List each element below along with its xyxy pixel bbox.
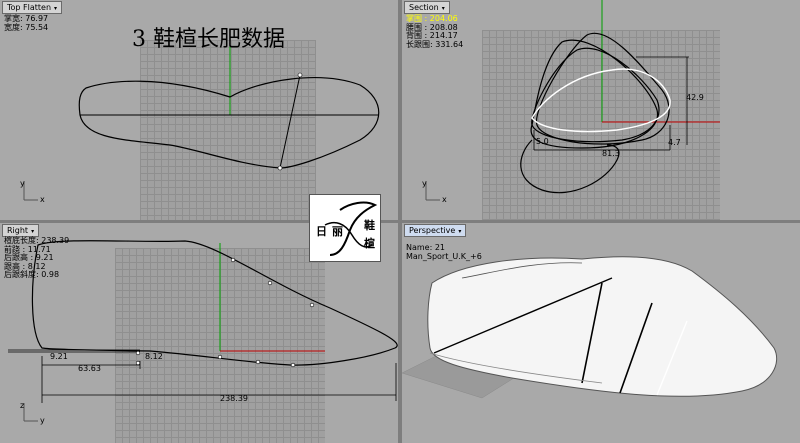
svg-text:x: x <box>442 195 447 204</box>
chevron-down-icon[interactable]: ▾ <box>54 5 57 12</box>
perspective-info: Name: 21 Man_Sport_U.K_+6 <box>406 243 482 261</box>
viewport-top-flatten[interactable]: y x Top Flatten ▾ 掌宽: 76.97 宽度: 75.54 3 鞋楦… <box>0 0 398 220</box>
logo-char: 楦 <box>364 237 375 250</box>
top-info: 掌宽: 76.97 宽度: 75.54 <box>4 14 49 32</box>
logo-char: 丽 <box>332 225 343 238</box>
tab-section[interactable]: Section ▾ <box>404 1 450 14</box>
dimension-label: 8.12 <box>145 352 163 361</box>
dimension-label: 81.3 <box>602 149 620 158</box>
logo-char: 鞋 <box>364 219 375 232</box>
dimension-label: 4.7 <box>668 138 681 147</box>
right-info: 楦底长度: 238.39 前跷 : 11.71 后跟高 : 9.21 跟高 : 8.1… <box>4 236 70 279</box>
dimension-label: 42.9 <box>686 93 704 102</box>
dimension-label: 9.21 <box>50 352 68 361</box>
tab-top-flatten[interactable]: Top Flatten ▾ <box>2 1 63 14</box>
viewport-section[interactable]: 42.9 5.0 81.3 4.7 y x Section ▾ 掌围 : 204.… <box>402 0 800 220</box>
chevron-down-icon[interactable]: ▾ <box>458 228 461 235</box>
dimension-label: 5.0 <box>536 137 549 146</box>
svg-text:y: y <box>422 179 427 188</box>
chevron-down-icon[interactable]: ▾ <box>442 5 445 12</box>
chevron-down-icon[interactable]: ▾ <box>31 228 34 235</box>
viewport-perspective[interactable]: Perspective ▾ Name: 21 Man_Sport_U.K_+6 <box>402 223 800 443</box>
section-info: 掌围 : 204.06 腰围 : 208.08 背围 : 214.17 长跟围: 33… <box>406 14 464 49</box>
tab-perspective[interactable]: Perspective ▾ <box>404 224 467 237</box>
brand-logo: 日 丽 鞋 楦 <box>309 194 381 262</box>
svg-text:y: y <box>40 416 45 425</box>
logo-char: 日 <box>316 225 327 238</box>
page-title: 3 鞋楦长肥数据 <box>132 27 285 52</box>
dimension-label: 238.39 <box>220 394 248 403</box>
svg-text:y: y <box>20 179 25 188</box>
dimension-label: 63.63 <box>78 364 101 373</box>
svg-text:x: x <box>40 195 45 204</box>
svg-text:z: z <box>20 401 24 410</box>
